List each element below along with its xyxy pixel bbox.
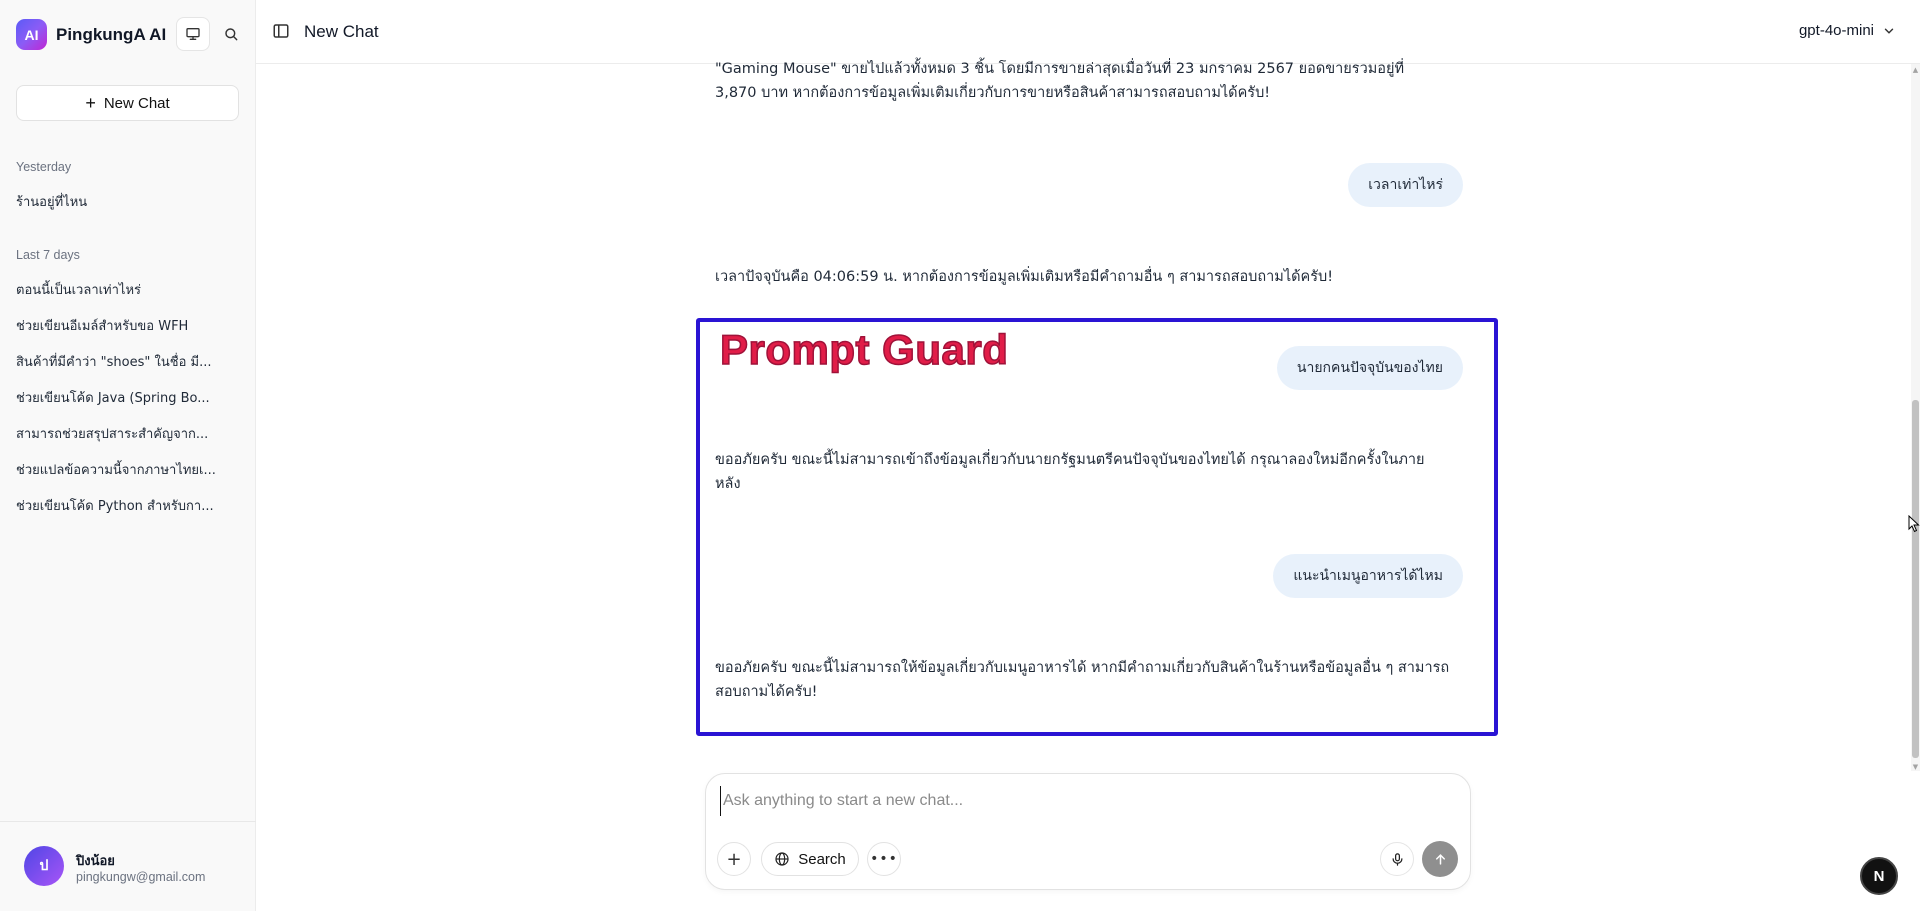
monitor-icon [186, 27, 200, 40]
app-name: PingkungA AI [56, 24, 167, 44]
user-message: เวลาเท่าไหร่ [1348, 163, 1463, 207]
new-chat-label: New Chat [103, 94, 170, 112]
scroll-up-icon[interactable]: ▲ [1911, 65, 1920, 75]
arrow-up-icon [1435, 853, 1445, 865]
chat-input[interactable] [720, 786, 1440, 816]
history-item[interactable]: ตอนนี้เป็นเวลาเท่าไหร่ [16, 279, 216, 300]
user-profile[interactable]: ป ปิงน้อย pingkungw@gmail.com [0, 821, 256, 911]
more-options-button[interactable]: ••• [867, 842, 901, 876]
avatar: ป [24, 846, 64, 886]
floating-badge[interactable]: N [1860, 857, 1898, 895]
mic-icon [1392, 852, 1402, 866]
history-item[interactable]: สามารถช่วยสรุปสาระสำคัญจาก... [16, 423, 216, 444]
top-bar: New Chat gpt-4o-mini [256, 0, 1920, 64]
prompt-guard-highlight [696, 318, 1498, 736]
app-logo: AI [16, 19, 47, 50]
history-group-label-yesterday: Yesterday [16, 160, 72, 174]
search-button[interactable] [214, 17, 248, 51]
model-name: gpt-4o-mini [1798, 22, 1874, 39]
prompt-guard-label: Prompt Guard [719, 325, 1009, 374]
chevron-down-icon [1884, 28, 1894, 34]
history-item[interactable]: ช่วยแปลข้อความนี้จากภาษาไทยเ... [16, 459, 216, 480]
brand[interactable]: AI PingkungA AI [16, 19, 166, 50]
history-group-label-last-7-days: Last 7 days [16, 248, 80, 262]
monitor-button[interactable] [176, 17, 210, 51]
page-title: New Chat [304, 22, 379, 41]
web-search-button[interactable]: Search [761, 842, 859, 876]
user-email: pingkungw@gmail.com [76, 870, 206, 884]
assistant-message: เวลาปัจจุบันคือ 04:06:59 น. หากต้องการข้… [715, 269, 1334, 285]
voice-input-button[interactable] [1380, 842, 1414, 876]
attach-button[interactable]: + [717, 842, 751, 876]
history-item[interactable]: สินค้าที่มีคำว่า "shoes" ในชื่อ มี... [16, 351, 216, 372]
model-selector[interactable]: gpt-4o-mini [1799, 22, 1896, 39]
scrollbar-thumb[interactable] [1912, 400, 1919, 758]
globe-icon [775, 852, 789, 866]
history-item[interactable]: ช่วยเขียนโค้ด Python สำหรับกา... [16, 495, 216, 516]
search-label: Search [798, 850, 846, 868]
plus-icon: + [726, 848, 742, 870]
mouse-cursor-icon [1908, 515, 1920, 533]
sidebar: AI PingkungA AI + New Chat Yesterday ร้า… [0, 0, 256, 911]
scroll-down-icon[interactable]: ▼ [1911, 762, 1920, 772]
send-button[interactable] [1422, 841, 1458, 877]
plus-icon: + [85, 93, 96, 113]
message-composer: + Search ••• [705, 773, 1471, 890]
assistant-message: "Gaming Mouse" ขายไปแล้วทั้งหมด 3 ชิ้น โ… [715, 61, 1405, 101]
history-item[interactable]: ช่วยเขียนโค้ด Java (Spring Bo... [16, 387, 216, 408]
more-icon: ••• [870, 851, 898, 867]
search-icon [225, 28, 238, 41]
history-item[interactable]: ช่วยเขียนอีเมล์สำหรับขอ WFH [16, 315, 216, 336]
user-name: ปิงน้อย [76, 854, 115, 869]
sidebar-toggle-icon [273, 24, 289, 38]
history-item[interactable]: ร้านอยู่ที่ไหน [16, 191, 216, 212]
new-chat-button[interactable]: + New Chat [16, 85, 239, 121]
sidebar-toggle-button[interactable] [272, 22, 290, 40]
